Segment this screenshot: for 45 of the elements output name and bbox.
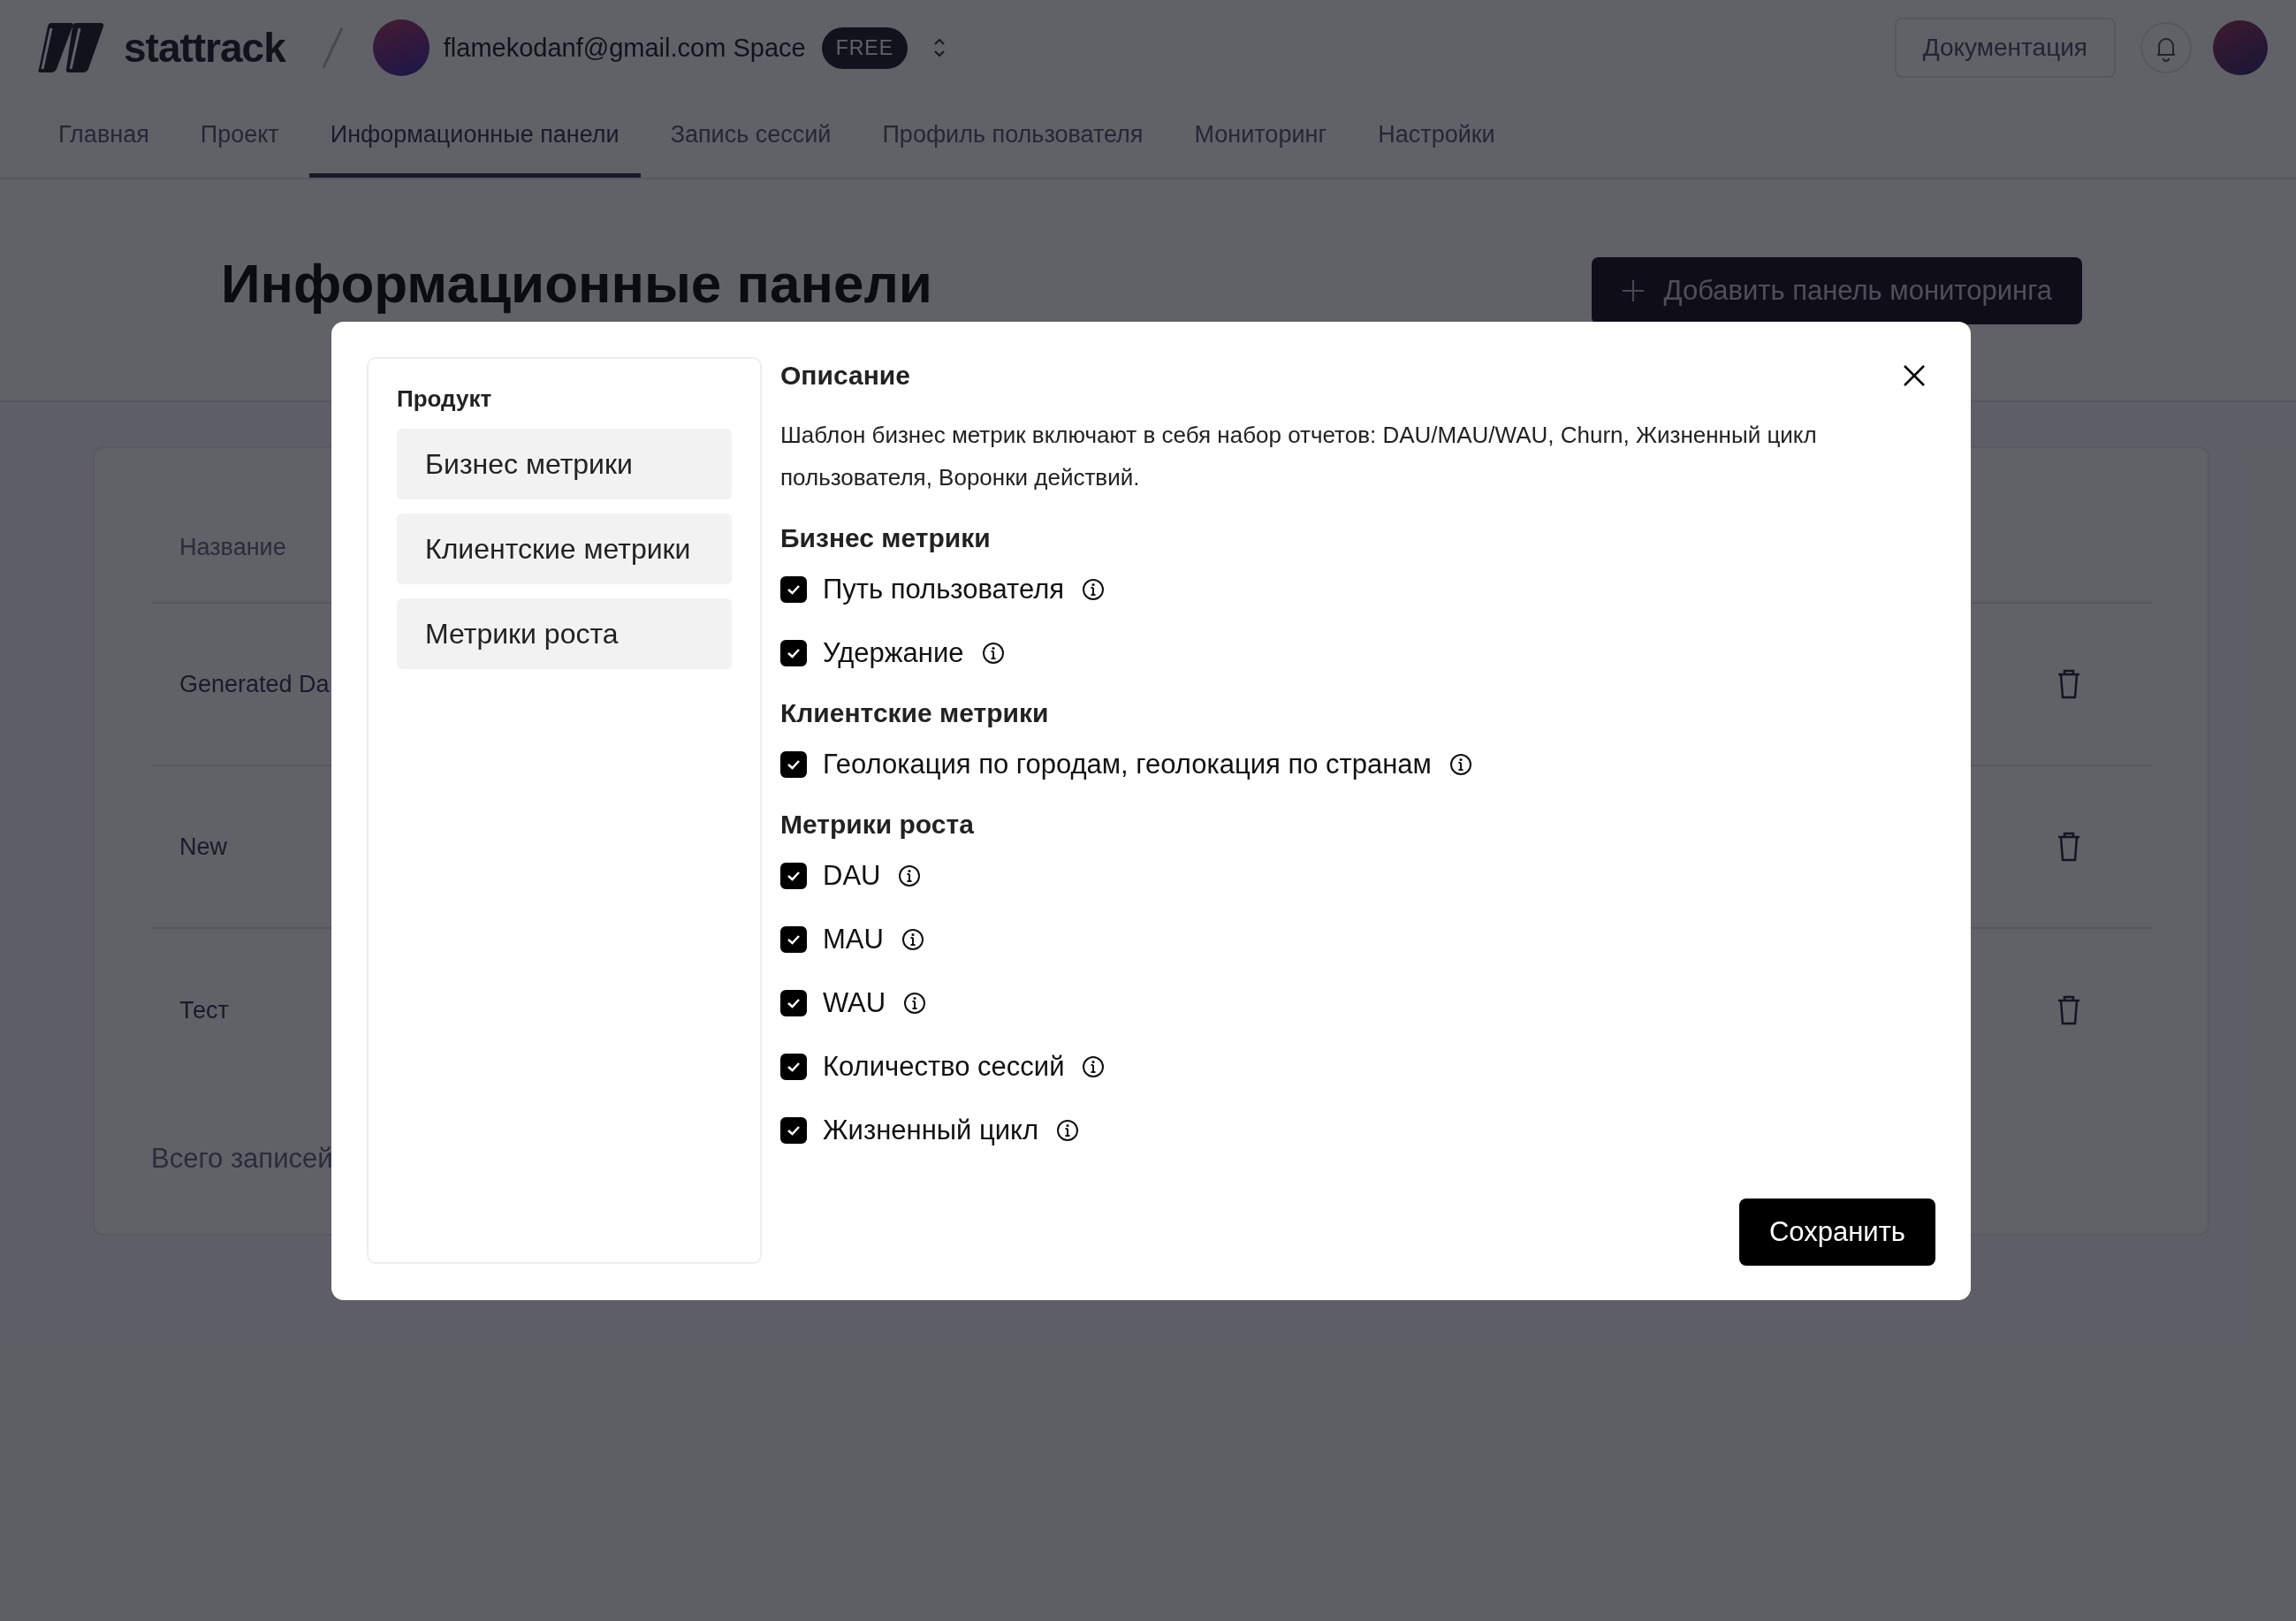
sidebar-item[interactable]: Клиентские метрики <box>397 514 732 584</box>
table-cell: New <box>179 833 227 861</box>
description-text: Шаблон бизнес метрик включают в себя набор отчетов: DAU/MAU/WAU, Churn, Жизненный цикл пользователя, Воронки действий. <box>780 421 1818 492</box>
info-icon[interactable] <box>981 642 1005 665</box>
trash-icon[interactable] <box>2056 668 2082 700</box>
checkbox-label[interactable]: DAU <box>823 860 881 892</box>
table-cell: Тест <box>179 996 229 1024</box>
info-icon[interactable] <box>1448 753 1472 776</box>
chevron-updown-icon[interactable] <box>932 36 947 59</box>
plan-badge: FREE <box>821 27 908 69</box>
checkbox[interactable] <box>780 863 807 889</box>
trash-icon[interactable] <box>2056 994 2082 1026</box>
info-icon[interactable] <box>901 928 924 951</box>
info-icon[interactable] <box>1082 1055 1106 1078</box>
info-icon[interactable] <box>1056 1119 1080 1142</box>
checkbox-label[interactable]: MAU <box>823 924 884 955</box>
plus-icon <box>1621 279 1645 302</box>
checkbox-label[interactable]: Путь пользователя <box>823 574 1065 605</box>
table-cell: Generated Da <box>179 670 330 698</box>
page-title: Информационные панели <box>221 252 932 315</box>
sidebar-item[interactable]: Метрики роста <box>397 598 732 669</box>
checkbox-label[interactable]: Удержание <box>823 637 964 669</box>
info-icon[interactable] <box>898 864 922 887</box>
trash-icon[interactable] <box>2056 831 2082 863</box>
checkbox[interactable] <box>780 1117 807 1144</box>
close-icon[interactable] <box>1902 363 1927 388</box>
sidebar-item[interactable]: Бизнес метрики <box>397 429 732 499</box>
checkbox[interactable] <box>780 990 807 1016</box>
group-title: Бизнес метрики <box>780 522 992 554</box>
checkbox[interactable] <box>780 926 807 953</box>
description-title: Описание <box>780 361 910 391</box>
checkbox-label[interactable]: Геолокация по городам, геолокация по странам <box>823 749 1432 780</box>
save-button[interactable]: Сохранить <box>1738 1199 1935 1266</box>
info-icon[interactable] <box>1082 578 1106 601</box>
checkbox[interactable] <box>780 751 807 778</box>
checkbox-label[interactable]: Количество сессий <box>823 1051 1065 1083</box>
checkbox-label[interactable]: WAU <box>823 987 886 1019</box>
checkbox[interactable] <box>780 1054 807 1080</box>
sidebar-title: Продукт <box>397 385 493 413</box>
info-icon[interactable] <box>903 992 927 1015</box>
group-title: Клиентские метрики <box>780 697 1050 729</box>
checkbox[interactable] <box>780 576 807 603</box>
checkbox-label[interactable]: Жизненный цикл <box>823 1115 1039 1146</box>
group-title: Метрики роста <box>780 809 975 841</box>
checkbox[interactable] <box>780 640 807 666</box>
